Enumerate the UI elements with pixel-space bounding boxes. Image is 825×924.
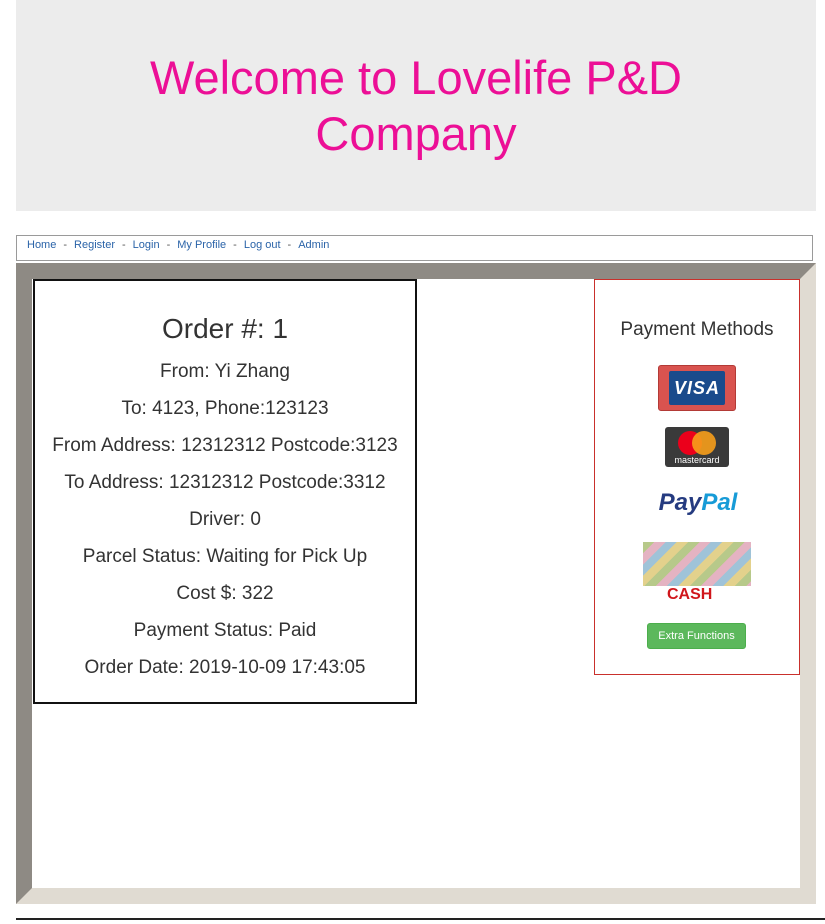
nav-separator: - [233, 239, 237, 251]
page-title: Welcome to Lovelife P&D Company [149, 50, 683, 160]
nav-home-link[interactable]: Home [27, 239, 56, 251]
order-to: To: 4123, Phone:123123 [121, 398, 329, 419]
nav-bar: Home - Register - Login - My Profile - Log out - A… [16, 235, 813, 261]
nav-separator: - [287, 239, 292, 251]
site-header: Welcome to Lovelife P&D Company [16, 0, 816, 211]
order-driver: Driver: 0 [189, 509, 261, 530]
mastercard-payment-button[interactable]: mastercard [665, 427, 729, 467]
mastercard-label: mastercard [674, 455, 719, 465]
order-from: From: Yi Zhang [160, 361, 290, 382]
order-parcel-status: Parcel Status: Waiting for Pick Up [82, 546, 368, 567]
cash-payment-button[interactable]: CASH [643, 542, 751, 604]
order-to-address: To Address: 12312312 Postcode:3312 [64, 472, 386, 493]
order-title: Order #: 1 [161, 313, 289, 344]
footer-divider [16, 918, 825, 920]
order-date: Order Date: 2019-10-09 17:43:05 [84, 657, 366, 678]
nav-register-link[interactable]: Register [74, 239, 115, 251]
order-from-address: From Address: 12312312 Postcode:3123 [52, 435, 398, 456]
paypal-logo-icon: PayPal [659, 489, 738, 517]
nav-login-link[interactable]: Login [133, 239, 160, 251]
nav-logout-link[interactable]: Log out [244, 239, 281, 251]
visa-card-icon: VISA [669, 371, 725, 405]
visa-payment-button[interactable]: VISA [658, 365, 736, 411]
mastercard-icon: mastercard [674, 431, 720, 465]
extra-functions-button[interactable]: Extra Functions [647, 623, 746, 649]
nav-my-profile-link[interactable]: My Profile [177, 239, 226, 251]
paypal-word-part2: Pal [701, 489, 738, 516]
payment-methods-panel: Payment Methods VISA mastercard PayPal C… [594, 279, 800, 675]
paypal-payment-button[interactable]: PayPal [643, 487, 753, 519]
payment-methods-title: Payment Methods [620, 319, 774, 340]
order-cost: Cost $: 322 [176, 583, 274, 604]
nav-separator: - [121, 239, 126, 251]
nav-admin-link[interactable]: Admin [298, 239, 329, 251]
order-details-card: Order #: 1 From: Yi Zhang To: 4123, Phon… [33, 279, 417, 704]
nav-separator: - [63, 239, 68, 251]
cash-notes-icon [643, 542, 751, 586]
cash-label: CASH [667, 586, 713, 603]
order-payment-status: Payment Status: Paid [133, 620, 317, 641]
paypal-word-part1: Pay [658, 489, 702, 516]
nav-separator: - [166, 239, 171, 251]
